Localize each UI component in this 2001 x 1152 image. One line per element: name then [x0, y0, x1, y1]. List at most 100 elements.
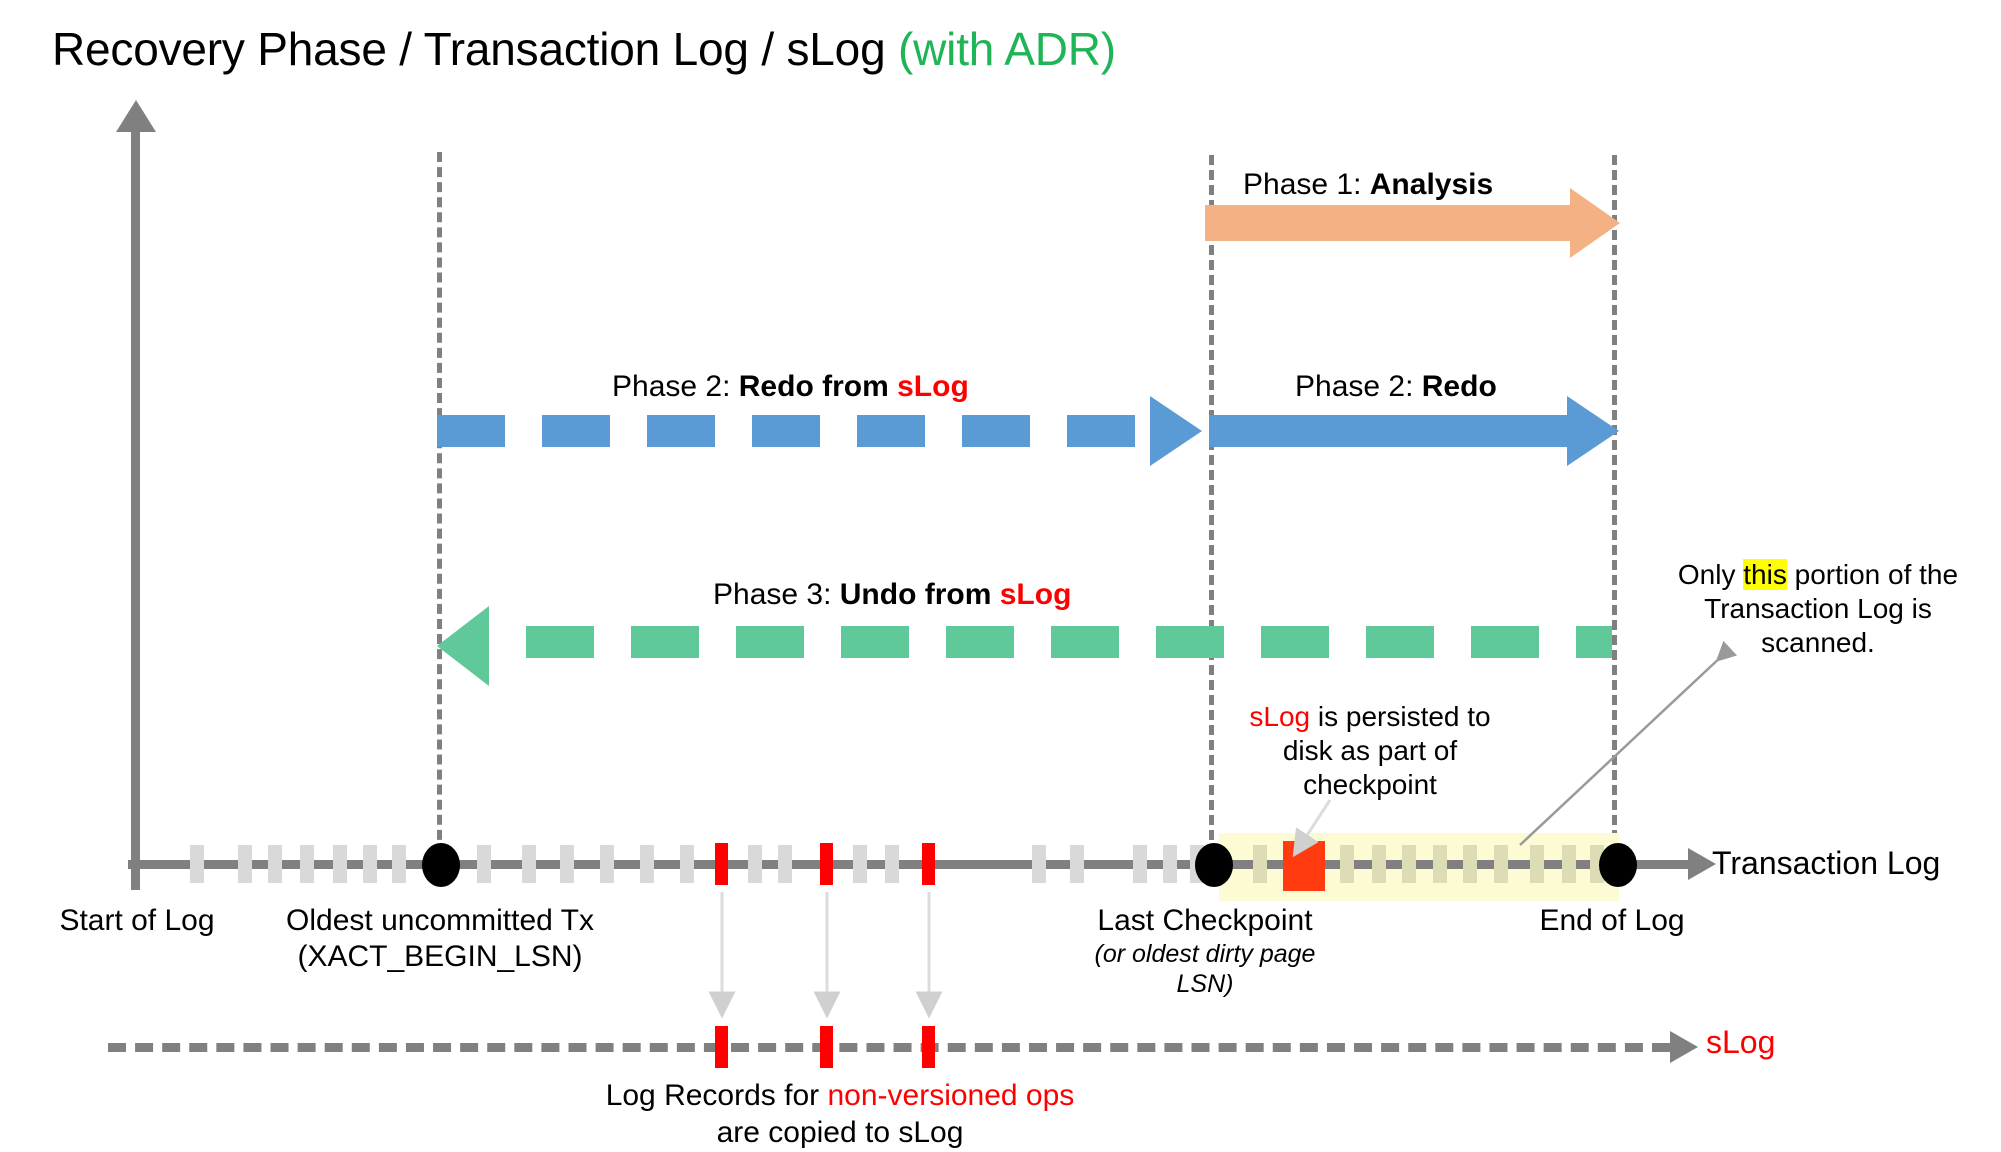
scan-note-post: portion of the — [1786, 559, 1959, 590]
log-tick — [1340, 845, 1354, 883]
title-adr-suffix: (with ADR) — [898, 23, 1116, 75]
log-tick — [853, 845, 867, 883]
page-title: Recovery Phase / Transaction Log / sLog … — [52, 22, 1116, 76]
slog-copy-note-line2: are copied to sLog — [716, 1115, 964, 1149]
phase2-slog-label: Phase 2: Redo from sLog — [612, 370, 969, 404]
phase2-slog-prefix: Phase 2: — [612, 370, 739, 403]
scan-note-pre: Only — [1677, 559, 1744, 590]
phase3-undo-arrow-dashes — [489, 626, 1612, 658]
transaction-log-axis-label: Transaction Log — [1712, 845, 1941, 881]
label-last-checkpoint: Last Checkpoint (or oldest dirty page LS… — [1035, 903, 1375, 999]
phase2-slog-emphasis: sLog — [897, 370, 969, 403]
transaction-log-axis-line — [128, 860, 1688, 869]
log-tick — [680, 845, 694, 883]
nonversioned-log-record-tick — [820, 843, 833, 885]
scan-note-line2: Transaction Log is scanned. — [1704, 593, 1932, 659]
nonversioned-log-record-tick — [922, 843, 935, 885]
checkpoint-persist-note: sLog is persisted to disk as part of che… — [1225, 700, 1515, 802]
phase1-analysis-arrow-head — [1570, 188, 1620, 258]
oldest-uncommitted-tx-marker — [422, 843, 460, 887]
phase3-undo-name: Undo from — [839, 578, 1000, 611]
checkpoint-note-line2: disk as part of — [1282, 735, 1458, 767]
log-tick — [1133, 845, 1147, 883]
scan-note-highlight: this — [1743, 559, 1787, 590]
label-end-of-log: End of Log — [1512, 903, 1712, 939]
guide-last-checkpoint — [1209, 155, 1214, 870]
oldest-uncommitted-tx-sub: (XACT_BEGIN_LSN) — [297, 940, 583, 973]
checkpoint-note-line3: checkpoint — [1303, 769, 1437, 801]
phase2-slog-name: Redo from — [738, 370, 898, 403]
log-tick — [1463, 845, 1477, 883]
guide-end-of-log — [1612, 155, 1617, 870]
log-tick — [778, 845, 792, 883]
checkpoint-note-slog: sLog — [1249, 701, 1311, 732]
phase2-redo-arrow-body — [1209, 415, 1567, 447]
slog-checkpoint-record — [1283, 841, 1325, 891]
last-checkpoint-sub: (or oldest dirty page LSN) — [1094, 940, 1316, 998]
log-tick — [600, 845, 614, 883]
last-checkpoint-marker — [1195, 843, 1233, 887]
label-start-of-log: Start of Log — [42, 903, 232, 939]
phase2-redo-name: Redo — [1421, 370, 1497, 403]
log-tick — [1494, 845, 1508, 883]
log-tick — [560, 845, 574, 883]
log-tick — [1253, 845, 1267, 883]
log-tick — [1032, 845, 1046, 883]
log-tick — [363, 845, 377, 883]
log-tick — [238, 845, 252, 883]
log-tick — [300, 845, 314, 883]
log-tick — [477, 845, 491, 883]
log-tick — [640, 845, 654, 883]
phase3-undo-arrow-head — [437, 606, 489, 686]
guide-oldest-uncommitted-tx — [437, 152, 442, 870]
diagram-canvas: Recovery Phase / Transaction Log / sLog … — [0, 0, 2001, 1152]
phase1-name: Analysis — [1369, 168, 1494, 201]
log-tick — [392, 845, 406, 883]
log-tick — [1070, 845, 1084, 883]
slog-record-tick — [922, 1026, 935, 1068]
title-main: Recovery Phase / Transaction Log / sLog — [52, 23, 899, 75]
log-tick — [1163, 845, 1177, 883]
slog-copy-note-emphasis: non-versioned ops — [827, 1079, 1075, 1112]
end-of-log-marker — [1599, 843, 1637, 887]
phase1-analysis-arrow-body — [1205, 205, 1570, 241]
checkpoint-note-line1: is persisted to — [1310, 701, 1491, 732]
vertical-axis-line — [131, 130, 140, 890]
slog-axis-line — [108, 1043, 1670, 1052]
last-checkpoint-text: Last Checkpoint — [1097, 904, 1313, 937]
log-tick — [885, 845, 899, 883]
log-tick — [1402, 845, 1416, 883]
phase2-redo-arrow-head — [1567, 396, 1619, 466]
slog-copy-note: Log Records for non-versioned ops are co… — [530, 1078, 1150, 1151]
slog-copy-note-pre: Log Records for — [605, 1079, 828, 1112]
phase2-redo-prefix: Phase 2: — [1295, 370, 1422, 403]
phase3-undo-emphasis: sLog — [999, 578, 1072, 611]
log-tick — [268, 845, 282, 883]
phase3-undo-prefix: Phase 3: — [713, 578, 840, 611]
oldest-uncommitted-tx-text: Oldest uncommitted Tx — [286, 904, 594, 937]
log-tick — [1433, 845, 1447, 883]
log-tick — [748, 845, 762, 883]
slog-axis-label: sLog — [1706, 1024, 1776, 1060]
log-tick — [1562, 845, 1576, 883]
slog-axis-arrowhead — [1670, 1031, 1698, 1063]
end-of-log-text: End of Log — [1539, 904, 1685, 937]
phase3-undo-label: Phase 3: Undo from sLog — [713, 578, 1071, 612]
vertical-axis-arrowhead — [116, 100, 156, 132]
phase1-prefix: Phase 1: — [1243, 168, 1370, 201]
log-tick — [522, 845, 536, 883]
phase2-slog-arrow-dashes — [437, 415, 1167, 447]
start-of-log-text: Start of Log — [59, 904, 215, 937]
scan-note-arrow — [1519, 640, 1738, 846]
label-oldest-uncommitted-tx: Oldest uncommitted Tx (XACT_BEGIN_LSN) — [256, 903, 624, 975]
phase1-label: Phase 1: Analysis — [1243, 168, 1493, 202]
nonversioned-log-record-tick — [715, 843, 728, 885]
log-tick — [1372, 845, 1386, 883]
log-tick — [1530, 845, 1544, 883]
slog-record-tick — [715, 1026, 728, 1068]
phase2-redo-label: Phase 2: Redo — [1295, 370, 1497, 404]
phase2-slog-arrow-head — [1150, 396, 1202, 466]
log-tick — [190, 845, 204, 883]
log-tick — [333, 845, 347, 883]
slog-record-tick — [820, 1026, 833, 1068]
